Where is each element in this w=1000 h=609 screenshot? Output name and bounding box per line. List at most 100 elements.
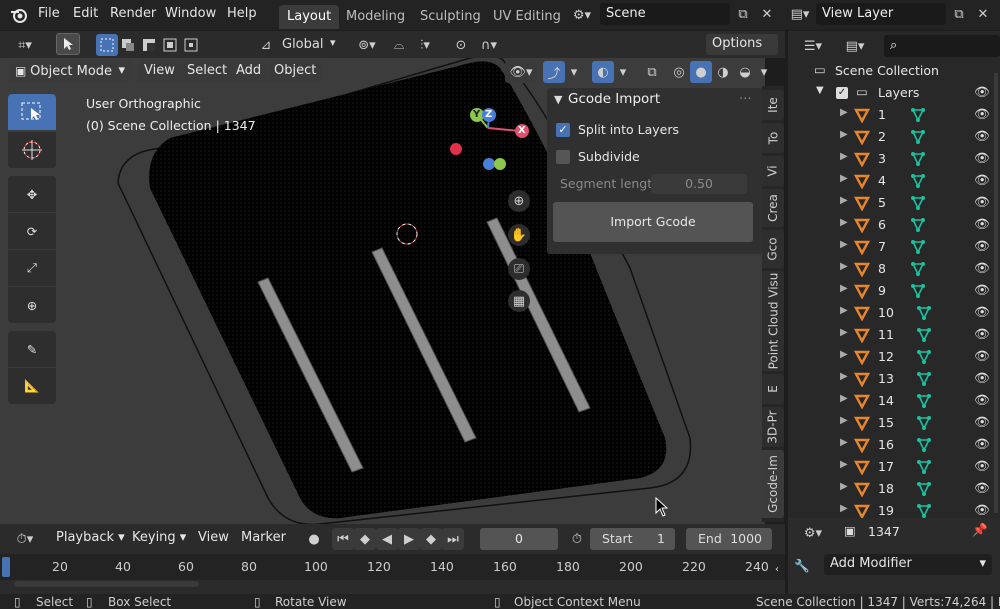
outliner-object-row[interactable]: ▶ 3 👁 [788,148,1000,170]
rotate-tool-icon[interactable]: ⟳ [8,213,56,249]
eye-icon[interactable]: 👁 [974,150,990,166]
eye-icon[interactable]: 👁 [974,392,990,408]
tab-modeling[interactable]: Modeling [338,5,413,29]
menu-playback[interactable]: Playback ▾ [50,528,131,549]
view-layer-icon[interactable]: ▤▾ [786,3,814,25]
expand-arrow-icon[interactable]: ▶ [840,151,848,162]
object-mode-select[interactable]: ▣ Object Mode ▾ [9,61,131,82]
prev-keyframe-icon[interactable]: ◆ [354,528,376,550]
zoom-icon[interactable]: ⊕ [508,190,530,212]
wrench-icon[interactable]: 🔧 [794,558,810,574]
menu-view-timeline[interactable]: View [192,528,235,549]
delete-view-layer-icon[interactable]: ✕ [972,3,994,25]
expand-arrow-icon[interactable]: ▶ [840,283,848,294]
play-icon[interactable]: ▶ [398,528,420,550]
delete-scene-icon[interactable]: ✕ [756,3,778,25]
vertex-data-icon[interactable] [916,481,932,497]
vertex-data-icon[interactable] [910,151,926,167]
jump-end-icon[interactable]: ⏭ [442,528,464,550]
outliner-object-row[interactable]: ▶ 13 👁 [788,368,1000,390]
orientation-label[interactable]: Global [282,37,323,52]
eye-icon[interactable]: 👁 [974,502,990,518]
xray-icon[interactable]: ⧉ [641,61,663,83]
vertex-data-icon[interactable] [916,305,932,321]
segment-length-field[interactable]: 0.50 [651,174,747,194]
select-tool-icon[interactable] [56,33,80,55]
drag-handle-icon[interactable]: ⋯ [739,90,752,105]
menu-view[interactable]: View [138,61,181,82]
outliner-object-row[interactable]: ▶ 10 👁 [788,302,1000,324]
outliner-scrollbar[interactable] [994,73,998,513]
stopwatch-icon[interactable]: ⏱ [566,528,588,550]
expand-arrow-icon[interactable]: ▶ [840,129,848,140]
expand-arrow-icon[interactable]: ▶ [840,415,848,426]
vertex-data-icon[interactable] [910,239,926,255]
vertex-data-icon[interactable] [916,503,932,519]
menu-add[interactable]: Add [230,61,268,82]
menu-marker[interactable]: Marker [235,528,292,549]
outliner-object-row[interactable]: ▶ 7 👁 [788,236,1000,258]
eye-icon[interactable]: 👁 [974,194,990,210]
material-shading-icon[interactable]: ◑ [712,61,734,83]
pin-icon[interactable]: 📌 [972,522,988,538]
expand-arrow-icon[interactable]: ▶ [840,393,848,404]
scene-name-field[interactable]: Scene [600,3,730,25]
view-layer-field[interactable]: View Layer [816,3,946,25]
vertex-data-icon[interactable] [916,393,932,409]
layers-checkbox[interactable]: ✓ [836,87,848,99]
vertex-data-icon[interactable] [916,459,932,475]
expand-arrow-icon[interactable]: ▶ [840,481,848,492]
expand-arrow-icon[interactable]: ▶ [840,239,848,250]
menu-object[interactable]: Object [268,61,323,82]
outliner-object-row[interactable]: ▶ 17 👁 [788,456,1000,478]
vertex-data-icon[interactable] [910,217,926,233]
new-scene-icon[interactable]: ⧉ [732,3,754,25]
scene-collection-row[interactable]: ▭ Scene Collection [788,60,1000,82]
outliner-object-row[interactable]: ▶ 16 👁 [788,434,1000,456]
tab-layout[interactable]: Layout [279,5,340,29]
eye-icon[interactable]: 👁 [974,216,990,232]
outliner-object-row[interactable]: ▶ 6 👁 [788,214,1000,236]
record-icon[interactable]: ● [303,528,325,550]
snap-icon[interactable]: ⌓ [388,34,410,56]
transform-tool-icon[interactable]: ⊕ [8,287,56,323]
eye-icon[interactable]: 👁 [974,172,990,188]
expand-arrow-icon[interactable]: ▶ [840,195,848,206]
add-modifier-select[interactable]: Add Modifier ▾ [824,554,992,575]
tab-gcode-import[interactable]: Gcode-Im [762,450,784,518]
tab-tool[interactable]: To [762,123,784,153]
snap-target-icon[interactable]: ⫶▾ [410,34,440,56]
subtract-select-icon[interactable] [138,34,160,56]
visibility-icon[interactable]: 👁▾ [505,61,537,83]
properties-editor-icon[interactable]: ⚙▾ [798,522,828,544]
eye-icon[interactable]: 👁 [974,436,990,452]
intersect-select-icon[interactable] [180,34,202,56]
wireframe-shading-icon[interactable]: ◎ [668,61,690,83]
eye-icon[interactable]: 👁 [974,480,990,496]
chevron-down-icon[interactable]: ▾ [756,61,772,83]
eye-icon[interactable]: 👁 [974,370,990,386]
expand-arrow-icon[interactable]: ▶ [840,437,848,448]
falloff-icon[interactable]: ∩▾ [474,34,504,56]
menu-render[interactable]: Render [110,6,156,21]
eye-icon[interactable]: 👁 [974,260,990,276]
expand-arrow-icon[interactable]: ▶ [840,305,848,316]
tab-3d-print[interactable]: 3D-Pr [762,407,784,447]
solid-shading-icon[interactable]: ● [690,61,712,83]
proportional-edit-icon[interactable]: ⊙ [450,34,472,56]
eye-icon[interactable]: 👁 [974,304,990,320]
play-reverse-icon[interactable]: ◀ [376,528,398,550]
cursor-tool-icon[interactable] [8,132,56,168]
outliner-object-row[interactable]: ▶ 4 👁 [788,170,1000,192]
expand-arrow-icon[interactable]: ▶ [840,217,848,228]
expand-arrow-icon[interactable]: ▶ [840,349,848,360]
menu-keying[interactable]: Keying ▾ [126,528,192,549]
options-button[interactable]: Options ▾ [706,34,778,71]
tab-gco[interactable]: Gco [762,230,784,268]
blender-logo-icon[interactable] [10,6,28,24]
jump-start-icon[interactable]: ⏮ [332,528,354,550]
vertex-data-icon[interactable] [910,283,926,299]
outliner-editor-icon[interactable]: ☰▾ [798,35,828,57]
eye-icon[interactable]: 👁 [974,458,990,474]
display-mode-icon[interactable]: ▤▾ [840,35,870,57]
